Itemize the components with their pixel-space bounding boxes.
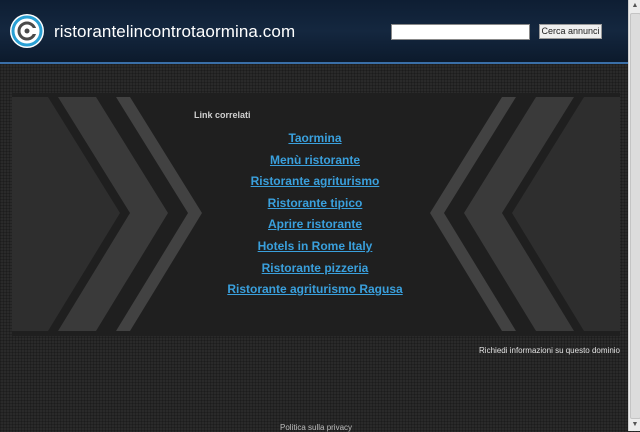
request-domain-info-link[interactable]: Richiedi informazioni su questo dominio (479, 346, 620, 355)
scroll-up-arrow-icon[interactable]: ▲ (630, 1, 640, 11)
related-link[interactable]: Menù ristorante (270, 150, 360, 170)
list-item: Hotels in Rome Italy (200, 236, 430, 258)
scroll-thumb[interactable] (630, 13, 640, 419)
vertical-scrollbar[interactable]: ▲ ▼ (628, 0, 640, 431)
list-item: Ristorante agriturismo (200, 171, 430, 193)
site-title[interactable]: ristorantelincontrotaormina.com (54, 22, 295, 42)
chevron-right-decoration-icon (12, 97, 202, 331)
list-item: Menù ristorante (200, 150, 430, 172)
domain-logo-icon[interactable] (9, 13, 45, 49)
chevron-left-decoration-icon (430, 97, 620, 331)
related-link[interactable]: Ristorante tipico (268, 193, 363, 213)
list-item: Ristorante tipico (200, 193, 430, 215)
list-item: Ristorante agriturismo Ragusa (200, 279, 430, 301)
search-input[interactable] (391, 24, 530, 40)
related-links-list: Taormina Menù ristorante Ristorante agri… (200, 128, 430, 301)
related-links-heading: Link correlati (194, 110, 251, 120)
related-link[interactable]: Hotels in Rome Italy (258, 236, 373, 256)
list-item: Ristorante pizzeria (200, 258, 430, 280)
list-item: Aprire ristorante (200, 214, 430, 236)
related-link[interactable]: Aprire ristorante (268, 214, 362, 234)
scroll-down-arrow-icon[interactable]: ▼ (630, 420, 640, 430)
header: ristorantelincontrotaormina.com Cerca an… (0, 0, 628, 64)
related-link[interactable]: Ristorante agriturismo Ragusa (227, 279, 402, 299)
list-item: Taormina (200, 128, 430, 150)
related-link[interactable]: Ristorante pizzeria (262, 258, 369, 278)
search-button[interactable]: Cerca annunci (539, 24, 602, 39)
related-link[interactable]: Ristorante agriturismo (251, 171, 380, 191)
related-link[interactable]: Taormina (288, 128, 341, 148)
